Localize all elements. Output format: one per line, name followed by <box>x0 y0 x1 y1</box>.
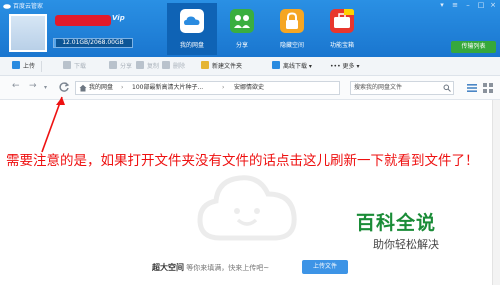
new-folder-label: 新建文件夹 <box>212 63 243 70</box>
home-icon <box>79 84 87 92</box>
share-label: 分享 <box>120 63 133 70</box>
storage-bar: 12.01GB/2068.00GB <box>53 38 133 48</box>
upload-file-label: 上传文件 <box>312 263 337 270</box>
breadcrumb-folder[interactable]: 100部最新高清大片种子... <box>132 82 203 94</box>
share-icon <box>109 61 117 69</box>
upload-icon <box>12 61 20 69</box>
chevron-down-icon: ▾ <box>307 63 312 70</box>
breadcrumb-separator: › <box>121 84 124 91</box>
transfer-list-button[interactable]: 传输列表 <box>451 41 496 53</box>
delete-label: 删除 <box>173 63 186 70</box>
more-label: 更多 <box>342 63 355 70</box>
app-title: 百度云管家 <box>13 3 44 10</box>
tab-label: 隐藏空间 <box>279 42 304 49</box>
trash-icon <box>162 61 170 69</box>
tab-label: 我的网盘 <box>179 42 204 49</box>
history-dropdown-icon[interactable]: ▾ <box>44 84 47 91</box>
list-view-icon[interactable] <box>467 83 477 93</box>
minimize-icon[interactable]: – <box>464 1 472 9</box>
download-button[interactable]: 下载 <box>63 60 86 73</box>
username-redacted <box>55 15 111 26</box>
avatar[interactable] <box>9 14 47 52</box>
forward-arrow-icon[interactable]: → <box>29 81 37 91</box>
search-icon[interactable] <box>443 84 451 92</box>
grid-view-icon[interactable] <box>483 83 493 93</box>
skin-icon[interactable]: ▾ <box>438 1 446 9</box>
watermark-title: 百科全说 <box>356 212 437 234</box>
copy-label: 复制 <box>147 63 160 70</box>
breadcrumb-separator: › <box>222 84 225 91</box>
empty-state-hint: 等你来填满，快来上传吧~ <box>186 264 270 272</box>
more-button[interactable]: ••• 更多 ▾ <box>330 60 359 73</box>
search-placeholder: 搜索我的网盘文件 <box>354 84 403 91</box>
folder-icon <box>201 61 209 69</box>
title-bar: 百度云管家 Vip 12.01GB/2068.00GB 我的网盘 分享 隐藏空间 <box>0 0 500 57</box>
upload-label: 上传 <box>23 63 36 70</box>
vip-badge[interactable]: Vip <box>112 14 138 26</box>
address-bar: ← → ▾ 我的网盘 › 100部最新高清大片种子... › 安娜情欲史 搜索我… <box>0 76 500 100</box>
breadcrumb-current-folder[interactable]: 安娜情欲史 <box>234 82 264 94</box>
download-label: 下载 <box>74 63 87 70</box>
tab-toolbox[interactable]: 功能宝箱 <box>317 3 367 55</box>
upload-button[interactable]: 上传 <box>12 60 35 73</box>
tab-label: 功能宝箱 <box>329 42 354 49</box>
offline-download-label: 离线下载 <box>283 63 308 70</box>
maximize-icon[interactable]: □ <box>477 1 485 9</box>
offline-download-icon <box>272 61 280 69</box>
chevron-down-icon: ▾ <box>354 63 360 70</box>
download-icon <box>63 61 71 69</box>
breadcrumb-root[interactable]: 我的网盘 <box>89 82 113 94</box>
cloud-logo-icon <box>3 4 11 9</box>
tab-share[interactable]: 分享 <box>217 3 267 55</box>
lock-icon <box>280 9 304 33</box>
empty-cloud-icon <box>197 175 297 241</box>
storage-text: 12.01GB/2068.00GB <box>62 39 124 46</box>
offline-download-button[interactable]: 离线下载 ▾ <box>272 60 312 73</box>
empty-state-bold: 超大空间 <box>152 263 184 272</box>
toolbar: 上传 下载 分享 复制 删除 新建文件夹 离线下载 ▾ ••• 更多 ▾ <box>0 57 500 76</box>
breadcrumb[interactable]: 我的网盘 › 100部最新高清大片种子... › 安娜情欲史 <box>75 81 340 95</box>
close-icon[interactable]: × <box>489 1 497 9</box>
copy-icon <box>136 61 144 69</box>
divider <box>41 61 42 72</box>
tab-label: 分享 <box>235 42 248 49</box>
toolbox-icon <box>330 9 354 33</box>
menu-icon[interactable]: ≡ <box>451 1 459 9</box>
back-arrow-icon[interactable]: ← <box>12 81 20 91</box>
cloud-icon <box>180 9 204 33</box>
share-button[interactable]: 分享 <box>109 60 132 73</box>
new-folder-button[interactable]: 新建文件夹 <box>201 60 242 73</box>
watermark-subtitle: 助你轻松解决 <box>373 238 439 251</box>
tab-my-drive[interactable]: 我的网盘 <box>167 3 217 55</box>
share-icon <box>230 9 254 33</box>
scrollbar[interactable] <box>492 100 500 285</box>
tab-hidden-space[interactable]: 隐藏空间 <box>267 3 317 55</box>
empty-state-text: 超大空间 等你来填满，快来上传吧~ <box>152 262 269 273</box>
transfer-list-label: 传输列表 <box>461 43 486 50</box>
search-input[interactable]: 搜索我的网盘文件 <box>350 81 454 95</box>
more-dots-icon: ••• <box>330 63 343 70</box>
refresh-icon[interactable] <box>58 81 70 93</box>
copy-button[interactable]: 复制 <box>136 60 159 73</box>
upload-file-button[interactable]: 上传文件 <box>302 260 348 274</box>
delete-button[interactable]: 删除 <box>162 60 185 73</box>
